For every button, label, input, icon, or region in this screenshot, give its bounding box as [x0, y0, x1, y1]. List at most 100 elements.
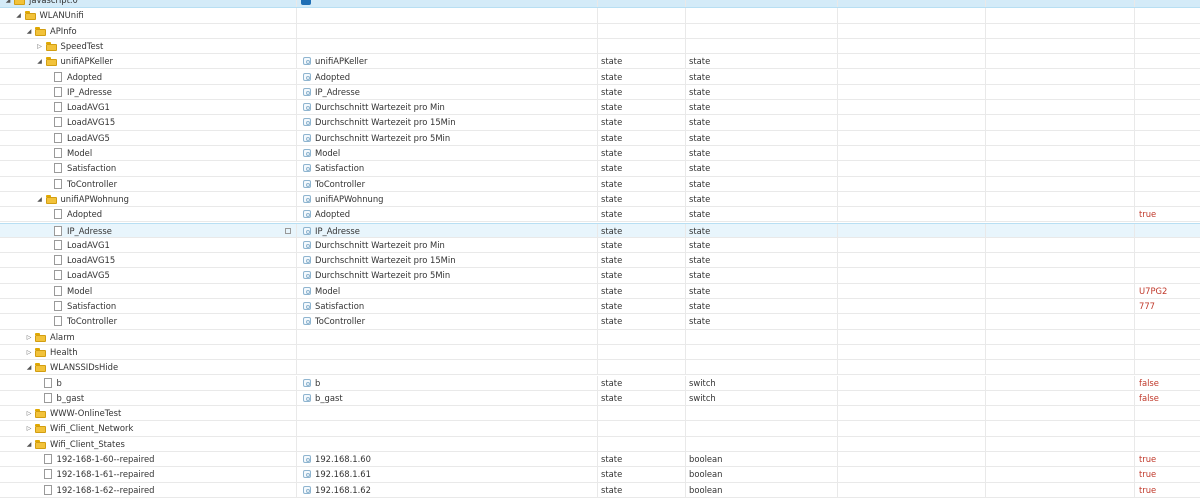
tree-row[interactable]: LoadAVG15 Durchschnitt Wartezeit pro 15Mi… [0, 253, 1200, 269]
tree-row[interactable]: LoadAVG5 Durchschnitt Wartezeit pro 5Min s… [0, 268, 1200, 284]
tree-row[interactable]: LoadAVG1 Durchschnitt Wartezeit pro Min st… [0, 237, 1200, 254]
object-value[interactable]: false [1139, 378, 1159, 388]
object-name[interactable]: 192-168-1-60--repaired [57, 452, 155, 466]
object-name[interactable]: ToController [67, 314, 117, 328]
triangle-down-icon[interactable]: ◢ [25, 437, 33, 451]
object-value[interactable]: true [1139, 485, 1156, 495]
tree-row[interactable]: ▷ SpeedTest [0, 38, 1200, 55]
object-name[interactable]: Alarm [50, 330, 75, 344]
object-value[interactable]: 777 [1139, 301, 1155, 311]
object-name[interactable]: WLANUnifi [40, 8, 84, 22]
object-value[interactable]: U7PG2 [1139, 286, 1167, 296]
tree-row[interactable]: b_gast b_gast state switch false [0, 390, 1200, 407]
tree-row[interactable]: ▷ WWW-OnlineTest [0, 406, 1200, 422]
tree-row[interactable]: ◢ javascript.0 [0, 0, 1200, 9]
object-name[interactable]: unifiAPKeller [61, 54, 113, 68]
edit-icon[interactable] [301, 0, 311, 5]
tree-row[interactable]: 192-168-1-61--repaired 192.168.1.61 state b… [0, 467, 1200, 483]
tree-row[interactable]: ◢ unifiAPKeller unifiAPKeller state state [0, 54, 1200, 70]
object-name[interactable]: LoadAVG5 [67, 268, 110, 282]
function-cell [986, 69, 1135, 84]
object-name[interactable]: unifiAPWohnung [61, 192, 129, 206]
object-name[interactable]: ToController [67, 177, 117, 191]
value-cell[interactable]: U7PG2 [1135, 284, 1200, 298]
tree-row[interactable]: Satisfaction Satisfaction state state [0, 161, 1200, 177]
object-name[interactable]: 192-168-1-61--repaired [57, 467, 155, 481]
object-name[interactable]: Satisfaction [67, 299, 116, 313]
object-name[interactable]: Wifi_Client_Network [50, 421, 133, 435]
value-cell[interactable]: true [1135, 467, 1200, 481]
object-name[interactable]: Adopted [67, 70, 102, 84]
tree-row[interactable]: Model Model state state U7PG2 [0, 283, 1200, 299]
tree-row[interactable]: Satisfaction Satisfaction state state 777 [0, 299, 1200, 315]
triangle-right-icon[interactable]: ▷ [36, 39, 44, 53]
triangle-down-icon[interactable]: ◢ [25, 360, 33, 374]
object-name[interactable]: WWW-OnlineTest [50, 406, 121, 420]
tree-row[interactable]: ◢ WLANUnifi [0, 8, 1200, 24]
value-cell[interactable]: true [1135, 452, 1200, 466]
object-name[interactable]: APInfo [50, 24, 77, 38]
object-name[interactable]: Model [67, 146, 92, 160]
tree-row[interactable]: Adopted Adopted state state true [0, 207, 1200, 223]
object-name[interactable]: SpeedTest [61, 39, 104, 53]
tree-row[interactable]: 192-168-1-62--repaired 192.168.1.62 state b… [0, 482, 1200, 498]
triangle-right-icon[interactable]: ▷ [25, 421, 33, 435]
object-name[interactable]: Wifi_Client_States [50, 437, 125, 451]
copy-icon[interactable] [285, 227, 291, 234]
tree-row[interactable]: ▷ Health [0, 344, 1200, 361]
tree-row[interactable]: ToController ToController state state [0, 314, 1200, 330]
object-value[interactable]: false [1139, 393, 1159, 403]
object-name[interactable]: b_gast [57, 391, 85, 405]
value-cell[interactable]: false [1135, 376, 1200, 390]
value-cell[interactable]: true [1135, 207, 1200, 221]
value-cell[interactable]: false [1135, 391, 1200, 405]
triangle-right-icon[interactable]: ▷ [25, 345, 33, 359]
object-value[interactable]: true [1139, 469, 1156, 479]
object-name[interactable]: IP_Adresse [67, 85, 112, 99]
description-cell: unifiAPKeller [297, 54, 598, 69]
object-name[interactable]: LoadAVG1 [67, 100, 110, 114]
object-value[interactable]: true [1139, 209, 1156, 219]
triangle-down-icon[interactable]: ◢ [4, 0, 12, 7]
object-name[interactable]: WLANSSIDsHide [50, 360, 118, 374]
value-cell[interactable]: true [1135, 483, 1200, 497]
triangle-down-icon[interactable]: ◢ [36, 54, 44, 68]
tree-row[interactable]: ▷ Alarm [0, 329, 1200, 345]
room-cell [838, 84, 986, 100]
tree-row[interactable]: LoadAVG5 Durchschnitt Wartezeit pro 5Min s… [0, 130, 1200, 146]
tree-row[interactable]: ToController ToController state state [0, 176, 1200, 192]
value-cell[interactable]: 777 [1135, 299, 1200, 313]
tree-row[interactable]: ◢ Wifi_Client_States [0, 436, 1200, 452]
triangle-down-icon[interactable]: ◢ [15, 8, 23, 22]
object-name[interactable]: LoadAVG5 [67, 131, 110, 145]
object-name[interactable]: b [57, 376, 62, 390]
tree-row[interactable]: IP_Adresse IP_Adresse state state [0, 222, 1200, 238]
triangle-right-icon[interactable]: ▷ [25, 406, 33, 420]
object-value[interactable]: true [1139, 454, 1156, 464]
object-name[interactable]: LoadAVG1 [67, 238, 110, 252]
object-name[interactable]: 192-168-1-62--repaired [57, 483, 155, 497]
tree-row[interactable]: IP_Adresse IP_Adresse state state [0, 84, 1200, 101]
object-name[interactable]: LoadAVG15 [67, 253, 115, 267]
tree-row[interactable]: 192-168-1-60--repaired 192.168.1.60 state b… [0, 452, 1200, 468]
tree-row[interactable]: Model Model state state [0, 146, 1200, 162]
object-name[interactable]: javascript.0 [29, 0, 78, 7]
state-object-icon [303, 210, 311, 219]
object-name[interactable]: Model [67, 284, 92, 298]
object-name[interactable]: Adopted [67, 207, 102, 221]
object-name[interactable]: IP_Adresse [67, 224, 112, 237]
object-name[interactable]: Health [50, 345, 78, 359]
triangle-right-icon[interactable]: ▷ [25, 330, 33, 344]
tree-row[interactable]: Adopted Adopted state state [0, 69, 1200, 85]
tree-row[interactable]: LoadAVG1 Durchschnitt Wartezeit pro Min st… [0, 100, 1200, 116]
tree-row[interactable]: LoadAVG15 Durchschnitt Wartezeit pro 15Mi… [0, 115, 1200, 131]
triangle-down-icon[interactable]: ◢ [36, 192, 44, 206]
object-name[interactable]: Satisfaction [67, 161, 116, 175]
tree-row[interactable]: ◢ APInfo [0, 23, 1200, 39]
triangle-down-icon[interactable]: ◢ [25, 24, 33, 38]
tree-row[interactable]: ◢ WLANSSIDsHide [0, 360, 1200, 376]
tree-row[interactable]: b b state switch false [0, 375, 1200, 391]
object-name[interactable]: LoadAVG15 [67, 115, 115, 129]
tree-row[interactable]: ◢ unifiAPWohnung unifiAPWohnung state state [0, 191, 1200, 208]
tree-row[interactable]: ▷ Wifi_Client_Network [0, 421, 1200, 437]
